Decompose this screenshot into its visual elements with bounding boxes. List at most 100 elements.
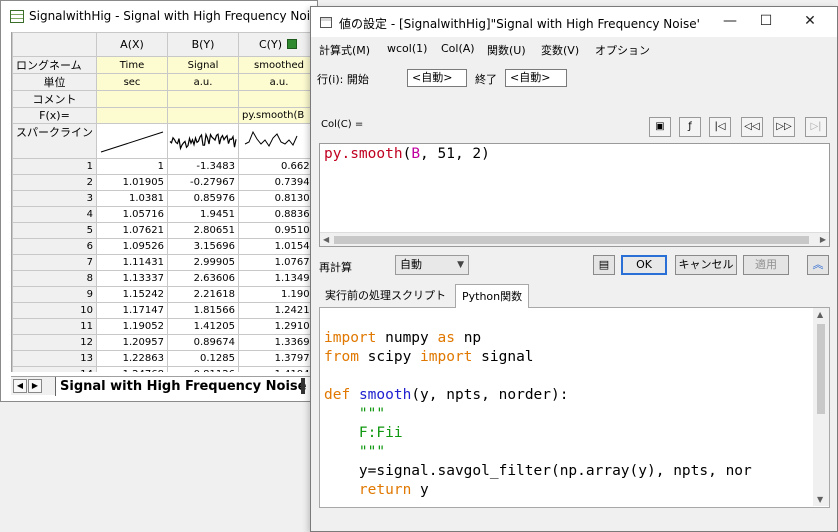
table-row[interactable]: 9 1.15242 2.21618 1.1901 (12, 286, 317, 303)
cell-a[interactable]: 1.11431 (96, 254, 168, 271)
long-name-c[interactable]: smoothed (238, 56, 317, 74)
sheet-tab[interactable]: Signal with High Frequency Noise (55, 377, 311, 396)
cell-a[interactable]: 1.05716 (96, 206, 168, 223)
cell-c[interactable]: 0.81307 (238, 190, 317, 207)
cell-b[interactable]: 1.9451 (167, 206, 239, 223)
cell-c[interactable]: 0.88363 (238, 206, 317, 223)
long-name-a[interactable]: Time (96, 56, 168, 74)
table-row[interactable]: 1 1 -1.3483 0.6627 (12, 158, 317, 175)
cell-b[interactable]: 2.21618 (167, 286, 239, 303)
table-row[interactable]: 13 1.22863 0.1285 1.37972 (12, 350, 317, 367)
cell-b[interactable]: 2.80651 (167, 222, 239, 239)
units-c[interactable]: a.u. (238, 73, 317, 91)
cell-a[interactable]: 1.07621 (96, 222, 168, 239)
next-column-icon[interactable]: ▷▷ (773, 117, 795, 137)
units-a[interactable]: sec (96, 73, 168, 91)
table-row[interactable]: 6 1.09526 3.15696 1.01548 (12, 238, 317, 255)
tab-before-formula-script[interactable]: 実行前の処理スクリプト (319, 286, 452, 308)
scroll-up-icon[interactable]: ▲ (817, 310, 823, 319)
row-number[interactable]: 6 (12, 238, 97, 255)
fx-b[interactable] (167, 107, 239, 124)
cell-c[interactable]: 1.13498 (238, 270, 317, 287)
row-number[interactable]: 10 (12, 302, 97, 319)
cell-c[interactable]: 1.24214 (238, 302, 317, 319)
cell-c[interactable]: 1.1901 (238, 286, 317, 303)
row-number[interactable]: 12 (12, 334, 97, 351)
cell-a[interactable]: 1.20957 (96, 334, 168, 351)
apply-button[interactable]: 適用 (743, 255, 789, 275)
minimize-icon[interactable]: — (715, 13, 745, 29)
python-script-editor[interactable]: import numpy as np from scipy import sign… (319, 308, 830, 508)
table-row[interactable]: 4 1.05716 1.9451 0.88363 (12, 206, 317, 223)
cell-c[interactable]: 1.37972 (238, 350, 317, 367)
save-icon[interactable]: ▣ (649, 117, 671, 137)
row-number[interactable]: 4 (12, 206, 97, 223)
cell-b[interactable]: -0.81126 (167, 366, 239, 372)
formula-editor[interactable]: py.smooth(B, 51, 2) ◀ ▶ (319, 143, 830, 247)
script-vscroll-thumb[interactable] (817, 324, 825, 414)
sparkline-a[interactable] (96, 123, 168, 159)
row-number[interactable]: 14 (12, 366, 97, 372)
function-search-icon[interactable]: ƒ (679, 117, 701, 137)
formula-hscroll-thumb[interactable] (334, 236, 809, 244)
menu-col[interactable]: Col(A) (441, 42, 475, 55)
cell-b[interactable]: 0.1285 (167, 350, 239, 367)
cell-b[interactable]: 0.89674 (167, 334, 239, 351)
worksheet-grid[interactable]: A(X) B(Y) C(Y) ロングネーム Time Signal smooth… (11, 32, 317, 372)
menu-options[interactable]: オプション (595, 42, 650, 58)
row-end-field[interactable]: <自動> (505, 69, 567, 87)
row-number[interactable]: 9 (12, 286, 97, 303)
units-b[interactable]: a.u. (167, 73, 239, 91)
menu-variables[interactable]: 変数(V) (541, 42, 579, 58)
cell-a[interactable]: 1.22863 (96, 350, 168, 367)
close-icon[interactable]: ✕ (795, 13, 825, 29)
cell-a[interactable]: 1.24768 (96, 366, 168, 372)
cell-b[interactable]: -0.27967 (167, 174, 239, 191)
worksheet-window[interactable]: SignalwithHig - Signal with High Frequen… (0, 0, 347, 402)
row-number[interactable]: 13 (12, 350, 97, 367)
cell-a[interactable]: 1.19052 (96, 318, 168, 335)
sparkline-c[interactable] (238, 123, 317, 159)
table-row[interactable]: 7 1.11431 2.99905 1.07677 (12, 254, 317, 271)
long-name-b[interactable]: Signal (167, 56, 239, 74)
lock-icon[interactable] (287, 39, 298, 49)
cell-b[interactable]: 2.99905 (167, 254, 239, 271)
prev-column-icon[interactable]: ◁◁ (741, 117, 763, 137)
cell-c[interactable]: 1.41941 (238, 366, 317, 372)
cell-a[interactable]: 1.0381 (96, 190, 168, 207)
table-row[interactable]: 11 1.19052 1.41205 1.29109 (12, 318, 317, 335)
row-number[interactable]: 3 (12, 190, 97, 207)
sheet-tab-splitter[interactable] (301, 378, 305, 394)
table-row[interactable]: 5 1.07621 2.80651 0.95109 (12, 222, 317, 239)
cell-b[interactable]: -1.3483 (167, 158, 239, 175)
cell-c[interactable]: 1.33695 (238, 334, 317, 351)
comment-b[interactable] (167, 90, 239, 108)
cell-b[interactable]: 1.41205 (167, 318, 239, 335)
sheet-prev-icon[interactable]: ◀ (13, 379, 27, 393)
last-column-icon[interactable]: ▷| (805, 117, 827, 137)
row-start-field[interactable]: <自動> (407, 69, 467, 87)
col-header-a[interactable]: A(X) (96, 32, 168, 57)
menu-formula[interactable]: 計算式(M) (319, 42, 370, 58)
row-number[interactable]: 5 (12, 222, 97, 239)
cell-c[interactable]: 1.01548 (238, 238, 317, 255)
sparkline-b[interactable] (167, 123, 239, 159)
formula-hscrollbar[interactable]: ◀ ▶ (320, 232, 829, 246)
cell-a[interactable]: 1.13337 (96, 270, 168, 287)
script-vscrollbar[interactable]: ▲ ▼ (813, 308, 829, 506)
fx-c[interactable]: py.smooth(B (238, 107, 317, 124)
table-row[interactable]: 3 1.0381 0.85976 0.81307 (12, 190, 317, 207)
row-number[interactable]: 2 (12, 174, 97, 191)
row-number[interactable]: 1 (12, 158, 97, 175)
cell-a[interactable]: 1.01905 (96, 174, 168, 191)
dialog-theme-icon[interactable]: ▤ (593, 255, 615, 275)
dialog-title-bar[interactable]: 値の設定 - [SignalwithHig]"Signal with High … (311, 7, 837, 37)
cell-b[interactable]: 2.63606 (167, 270, 239, 287)
cell-a[interactable]: 1 (96, 158, 168, 175)
ok-button[interactable]: OK (621, 255, 667, 275)
cell-c[interactable]: 1.29109 (238, 318, 317, 335)
row-number[interactable]: 11 (12, 318, 97, 335)
cancel-button[interactable]: キャンセル (675, 255, 737, 275)
cell-c[interactable]: 0.95109 (238, 222, 317, 239)
table-row[interactable]: 10 1.17147 1.81566 1.24214 (12, 302, 317, 319)
